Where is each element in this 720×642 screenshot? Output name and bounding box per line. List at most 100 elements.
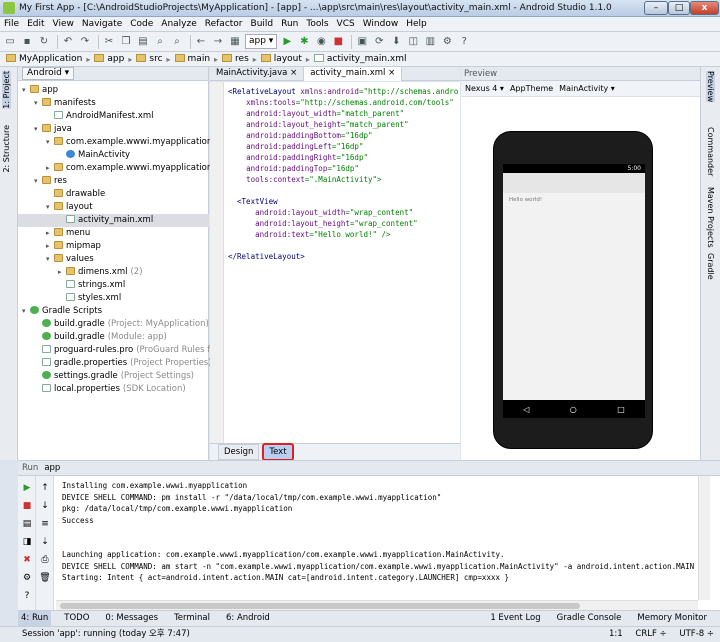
- crumb-layout[interactable]: layout: [259, 52, 304, 67]
- tree-node[interactable]: ▾ layout: [46, 201, 96, 214]
- expand-arrow-icon[interactable]: ▾: [22, 305, 30, 318]
- menu-window[interactable]: Window: [359, 17, 403, 32]
- menu-analyze[interactable]: Analyze: [157, 17, 200, 32]
- monitor-icon[interactable]: ◫: [406, 35, 420, 49]
- tree-node[interactable]: activity_main.xml: [18, 214, 209, 227]
- tree-node[interactable]: ▾ app: [22, 84, 61, 97]
- menu-navigate[interactable]: Navigate: [78, 17, 126, 32]
- run-icon[interactable]: ▶: [280, 35, 294, 49]
- structure-icon[interactable]: ▥: [423, 35, 437, 49]
- tree-node[interactable]: ▾ res: [34, 175, 70, 188]
- stop-icon[interactable]: ■: [331, 35, 345, 49]
- crumb-main[interactable]: main: [173, 52, 213, 67]
- run-configuration-select[interactable]: app ▾: [245, 34, 278, 49]
- crumb-src[interactable]: src: [134, 52, 164, 67]
- tree-node[interactable]: ▸ dimens.xml (2): [58, 266, 143, 279]
- expand-arrow-icon[interactable]: ▾: [34, 97, 42, 110]
- help-icon[interactable]: ?: [457, 35, 471, 49]
- undo-icon[interactable]: ↶: [61, 35, 75, 49]
- dump-threads-icon[interactable]: ◨: [21, 536, 33, 548]
- menu-tools[interactable]: Tools: [302, 17, 332, 32]
- hello-world-text[interactable]: Hello world!: [503, 193, 645, 207]
- expand-arrow-icon[interactable]: ▾: [34, 123, 42, 136]
- line-separator[interactable]: CRLF ÷: [635, 629, 666, 639]
- device-select[interactable]: Nexus 4 ▾: [465, 84, 504, 93]
- run-tool-tab[interactable]: 4: Run: [18, 611, 52, 626]
- crumb-res[interactable]: res: [220, 52, 251, 67]
- stop-run-icon[interactable]: ■: [21, 500, 33, 512]
- sdk-manager-icon[interactable]: ⬇: [389, 35, 403, 49]
- crumb-file[interactable]: activity_main.xml: [312, 52, 409, 67]
- tree-node[interactable]: MainActivity: [58, 149, 133, 162]
- tree-node[interactable]: build.gradle (Project: MyApplication): [34, 318, 209, 331]
- back-icon[interactable]: ←: [194, 35, 208, 49]
- scroll-to-end-icon[interactable]: ⇣: [39, 536, 51, 548]
- print-icon[interactable]: ⎙: [39, 554, 51, 566]
- close-run-icon[interactable]: ✖: [21, 554, 33, 566]
- tree-node[interactable]: settings.gradle (Project Settings): [34, 370, 194, 383]
- code-editor[interactable]: <RelativeLayout xmlns:android="http://sc…: [210, 82, 460, 443]
- tree-node[interactable]: ▾ manifests: [34, 97, 99, 110]
- avd-manager-icon[interactable]: ▣: [355, 35, 369, 49]
- text-tab[interactable]: Text: [262, 443, 294, 461]
- sync-icon[interactable]: ↻: [37, 35, 51, 49]
- tree-node[interactable]: ▾ Gradle Scripts: [22, 305, 105, 318]
- scroll-down-icon[interactable]: ↓: [39, 500, 51, 512]
- tree-node[interactable]: gradle.properties (Project Properties): [34, 357, 212, 370]
- expand-arrow-icon[interactable]: ▾: [34, 175, 42, 188]
- settings-icon[interactable]: ⚙: [440, 35, 454, 49]
- menu-edit[interactable]: Edit: [23, 17, 48, 32]
- preview-tool-tab[interactable]: Preview: [706, 71, 715, 103]
- caret-position[interactable]: 1:1: [609, 629, 623, 639]
- expand-arrow-icon[interactable]: ▸: [46, 162, 54, 175]
- tree-node[interactable]: local.properties (SDK Location): [34, 383, 186, 396]
- save-icon[interactable]: ▪: [20, 35, 34, 49]
- close-button[interactable]: x: [690, 1, 719, 15]
- soft-wrap-icon[interactable]: ≡: [39, 518, 51, 530]
- copy-icon[interactable]: ❐: [119, 35, 133, 49]
- scroll-up-icon[interactable]: ↑: [39, 482, 51, 494]
- terminal-tool-tab[interactable]: Terminal: [171, 611, 213, 626]
- tab-mainactivity-java[interactable]: MainActivity.java ×: [210, 66, 305, 81]
- menu-code[interactable]: Code: [126, 17, 157, 32]
- structure-tool-tab[interactable]: 2: Structure: [2, 125, 11, 173]
- menu-run[interactable]: Run: [277, 17, 302, 32]
- replace-icon[interactable]: ⌕: [170, 35, 184, 49]
- crumb-project[interactable]: MyApplication: [4, 52, 84, 67]
- file-encoding[interactable]: UTF-8 ÷: [679, 629, 714, 639]
- attach-debugger-icon[interactable]: ◉: [314, 35, 328, 49]
- find-icon[interactable]: ⌕: [153, 35, 167, 49]
- tree-node[interactable]: AndroidManifest.xml: [46, 110, 157, 123]
- memory-monitor-tool-tab[interactable]: Memory Monitor: [634, 611, 710, 626]
- crumb-app[interactable]: app: [92, 52, 126, 67]
- maven-projects-tool-tab[interactable]: Maven Projects: [706, 187, 715, 248]
- console-vertical-scrollbar[interactable]: [698, 476, 710, 600]
- tree-node[interactable]: strings.xml: [58, 279, 128, 292]
- gradle-sync-icon[interactable]: ⟳: [372, 35, 386, 49]
- activity-select[interactable]: MainActivity ▾: [559, 84, 615, 93]
- theme-select[interactable]: AppTheme: [510, 84, 553, 93]
- menu-vcs[interactable]: VCS: [333, 17, 359, 32]
- redo-icon[interactable]: ↷: [78, 35, 92, 49]
- console-output[interactable]: Installing com.example.wwwi.myapplicatio…: [56, 476, 698, 610]
- menu-refactor[interactable]: Refactor: [201, 17, 247, 32]
- messages-tool-tab[interactable]: 0: Messages: [102, 611, 161, 626]
- commander-tool-tab[interactable]: Commander: [706, 127, 715, 176]
- console-horizontal-scrollbar[interactable]: [56, 600, 698, 610]
- menu-help[interactable]: Help: [402, 17, 431, 32]
- make-project-icon[interactable]: ▦: [228, 35, 242, 49]
- debug-icon[interactable]: ✱: [297, 35, 311, 49]
- scrollbar-thumb[interactable]: [60, 603, 580, 609]
- tree-node[interactable]: drawable: [46, 188, 108, 201]
- help-run-icon[interactable]: ?: [21, 590, 33, 602]
- paste-icon[interactable]: ▤: [136, 35, 150, 49]
- tree-node[interactable]: ▾ java: [34, 123, 75, 136]
- expand-arrow-icon[interactable]: ▸: [58, 266, 66, 279]
- tree-node[interactable]: styles.xml: [58, 292, 124, 305]
- tree-node[interactable]: ▾ values: [46, 253, 97, 266]
- expand-arrow-icon[interactable]: ▾: [46, 136, 54, 149]
- tab-activity-main-xml[interactable]: activity_main.xml ×: [304, 66, 403, 81]
- expand-arrow-icon[interactable]: ▸: [46, 240, 54, 253]
- expand-arrow-icon[interactable]: ▾: [46, 253, 54, 266]
- forward-icon[interactable]: →: [211, 35, 225, 49]
